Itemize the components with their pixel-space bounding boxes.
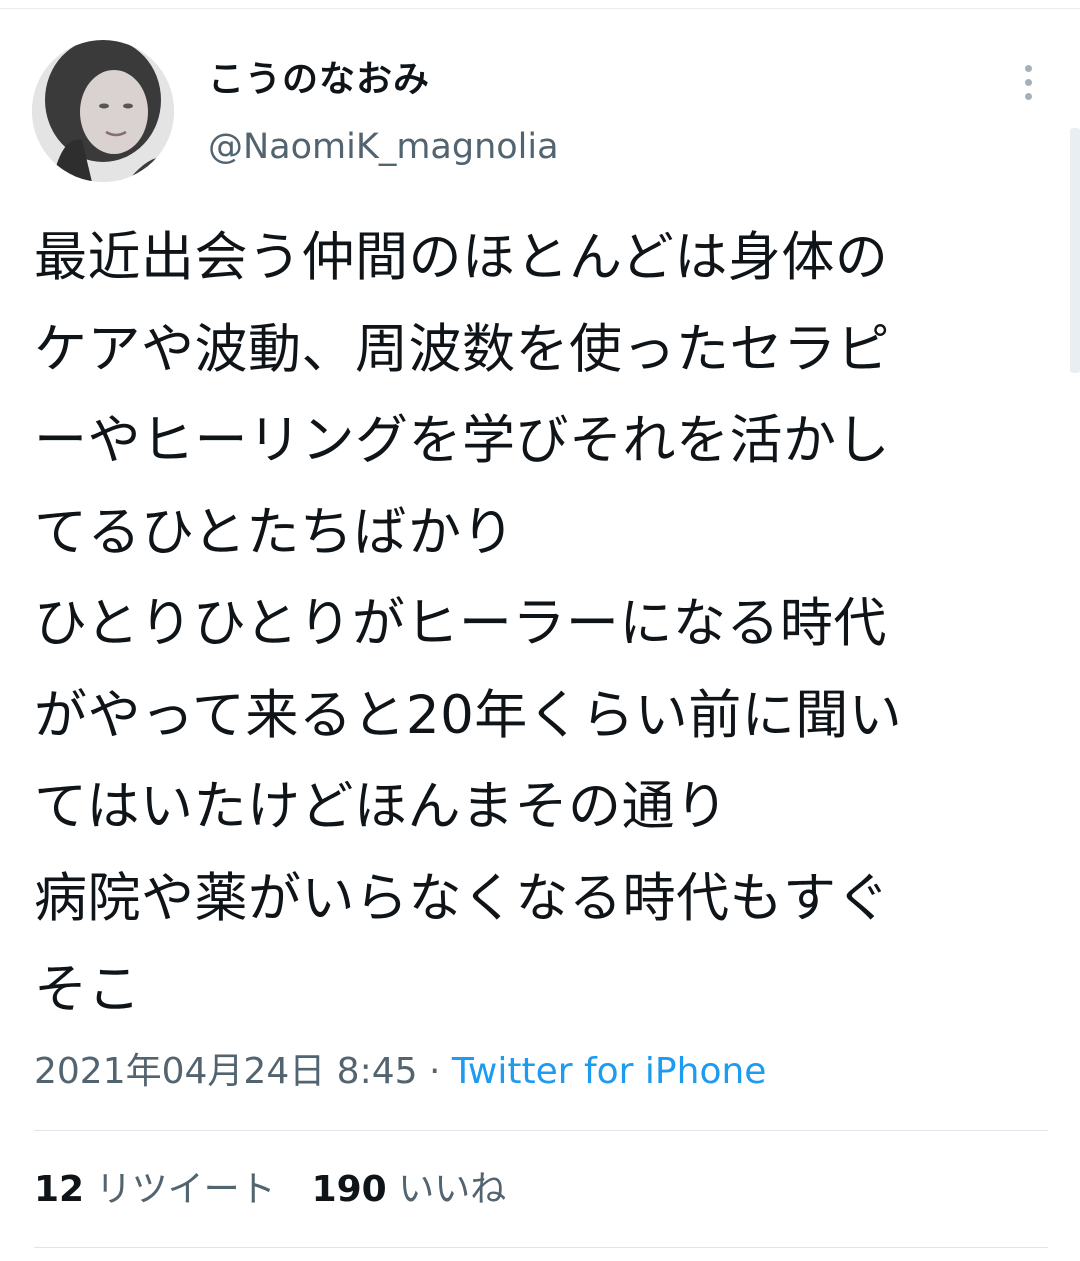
- top-border: [0, 0, 1080, 9]
- divider: [34, 1247, 1048, 1248]
- meta-separator: ·: [417, 1051, 452, 1092]
- retweets-count: 12: [34, 1169, 85, 1210]
- avatar[interactable]: [32, 40, 174, 182]
- likes-label: いいね: [398, 1169, 507, 1210]
- tweet-source-link[interactable]: Twitter for iPhone: [452, 1051, 767, 1092]
- more-vertical-icon[interactable]: [1008, 60, 1048, 104]
- author-handle[interactable]: @NaomiK_magnolia: [208, 124, 559, 170]
- tweet-timestamp[interactable]: 2021年04月24日 8:45: [34, 1051, 418, 1092]
- retweets-label: リツイート: [95, 1169, 276, 1210]
- likes-count: 190: [311, 1169, 387, 1210]
- avatar-photo: [32, 40, 174, 182]
- divider: [34, 1130, 1048, 1131]
- tweet-stats: 12 リツイート 190 いいね: [34, 1164, 506, 1216]
- scrollbar[interactable]: [1070, 128, 1080, 373]
- more-dot: [1024, 78, 1032, 86]
- likes-stat[interactable]: 190 いいね: [312, 1169, 507, 1210]
- tweet-meta: 2021年04月24日 8:45 · Twitter for iPhone: [34, 1046, 766, 1098]
- retweets-stat[interactable]: 12 リツイート: [34, 1169, 276, 1210]
- author-display-name[interactable]: こうのなおみ: [208, 56, 430, 104]
- more-dot: [1024, 92, 1032, 100]
- more-dot: [1024, 64, 1032, 72]
- tweet-text: 最近出会う仲間のほとんどは身体の ケアや波動、周波数を使ったセラピ ーやヒーリン…: [34, 227, 903, 1020]
